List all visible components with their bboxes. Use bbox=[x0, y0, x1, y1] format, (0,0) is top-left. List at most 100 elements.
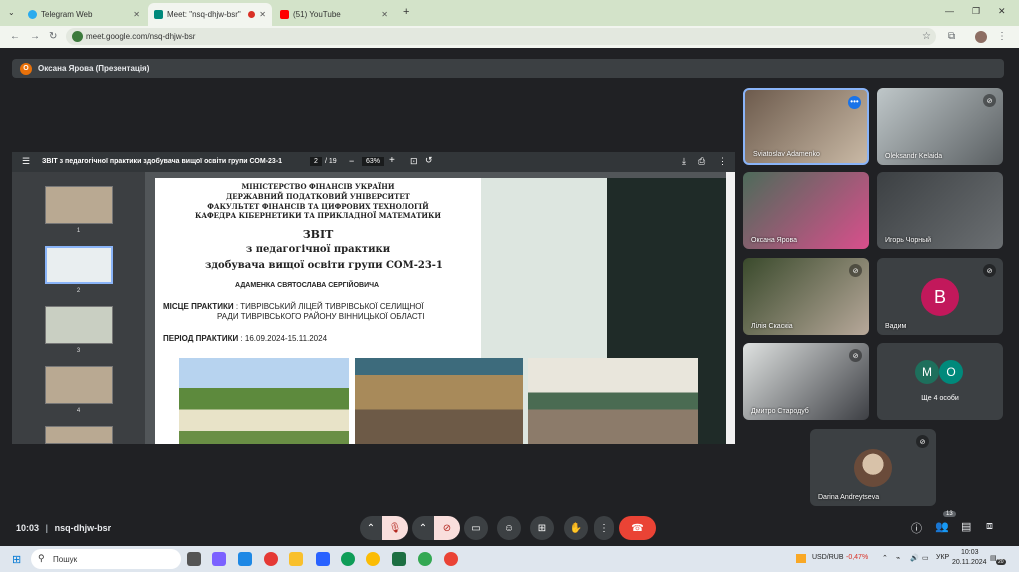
youtube-icon bbox=[280, 9, 289, 19]
reactions-button[interactable]: ☺ bbox=[497, 516, 521, 540]
taskbar-search[interactable]: ⚲ Пошук bbox=[31, 549, 181, 569]
people-icon[interactable]: 👥 bbox=[935, 520, 949, 533]
ticker-label[interactable]: USD/RUB bbox=[812, 554, 844, 561]
zoom-input[interactable]: 63% bbox=[362, 157, 385, 166]
participant-tile[interactable]: ••• Sviatoslav Adamenko bbox=[743, 88, 869, 165]
fit-page-icon[interactable]: ⊡ bbox=[410, 156, 418, 167]
site-info-icon[interactable] bbox=[72, 31, 83, 42]
volume-icon[interactable]: 🔊 bbox=[910, 554, 919, 562]
new-tab-button[interactable]: + bbox=[403, 6, 409, 18]
recording-icon bbox=[248, 11, 256, 18]
edge-browser-icon[interactable] bbox=[341, 552, 355, 566]
rotate-icon[interactable]: ↺ bbox=[425, 155, 433, 166]
extensions-icon[interactable]: ⧉ bbox=[948, 31, 955, 42]
close-icon[interactable]: ✕ bbox=[381, 10, 388, 19]
participant-name: Игорь Чорный bbox=[885, 237, 932, 244]
meeting-time: 10:03 | nsq-dhjw-bsr bbox=[16, 523, 111, 533]
thumbnail-page-4[interactable] bbox=[45, 366, 113, 404]
minimize-icon[interactable]: — bbox=[945, 6, 954, 16]
place-value-1: : ТИВРІВСЬКИЙ ЛІЦЕЙ ТИВРІВСЬКОЇ СЕЛИЩНОЇ bbox=[235, 302, 424, 311]
more-options-icon[interactable]: ⋮ bbox=[718, 156, 727, 167]
close-window-icon[interactable]: ✕ bbox=[998, 6, 1006, 17]
search-placeholder: Пошук bbox=[53, 554, 78, 564]
activities-icon[interactable]: ⧈ bbox=[986, 520, 993, 533]
present-button[interactable]: ⊞ bbox=[530, 516, 554, 540]
raise-hand-button[interactable]: ✋ bbox=[564, 516, 588, 540]
zoom-in-icon[interactable]: + bbox=[389, 155, 395, 166]
page-number-input[interactable]: 2 bbox=[310, 157, 322, 166]
opera-icon[interactable] bbox=[264, 552, 278, 566]
captions-button[interactable]: ▭ bbox=[464, 516, 488, 540]
browser-menu-icon[interactable]: ⋮ bbox=[997, 31, 1007, 42]
battery-icon[interactable]: ▭ bbox=[922, 554, 929, 562]
windows-taskbar: ⊞ ⚲ Пошук USD/RUB -0,47% ⌃ ⌁ 🔊 ▭ УКР 10:… bbox=[0, 546, 1019, 572]
tab-youtube[interactable]: (51) YouTube ✕ bbox=[274, 4, 394, 24]
tray-chevron-icon[interactable]: ⌃ bbox=[882, 554, 888, 562]
zoom-out-icon[interactable]: − bbox=[349, 156, 354, 166]
copilot-icon[interactable] bbox=[212, 552, 226, 566]
participant-tile[interactable]: Игорь Чорный bbox=[877, 172, 1003, 249]
participant-avatar: M bbox=[915, 360, 939, 384]
thumbnail-page-2[interactable] bbox=[45, 246, 113, 284]
leave-call-button[interactable]: ☎ bbox=[619, 516, 656, 540]
thumbnail-page-3[interactable] bbox=[45, 306, 113, 344]
participant-tile[interactable]: ⊘ Лілія Скаскіа bbox=[743, 258, 869, 335]
info-icon[interactable]: ⓘ bbox=[911, 520, 922, 536]
more-options-button[interactable]: ⋮ bbox=[594, 516, 614, 540]
network-icon[interactable]: ⌁ bbox=[896, 554, 900, 562]
tab-search-icon[interactable]: ⌄ bbox=[8, 8, 15, 17]
participant-avatar bbox=[854, 449, 892, 487]
forward-icon[interactable]: → bbox=[30, 31, 40, 42]
participant-tile[interactable]: ⊘ Oleksandr Kelaida bbox=[877, 88, 1003, 165]
excel-icon[interactable] bbox=[392, 552, 406, 566]
mic-toggle-button[interactable]: 🎙 bbox=[382, 516, 408, 540]
store-icon[interactable] bbox=[316, 552, 330, 566]
back-icon[interactable]: ← bbox=[10, 31, 20, 42]
participant-tile[interactable]: ⊘ Darina Andreytseva bbox=[810, 429, 936, 506]
reload-icon[interactable]: ↻ bbox=[49, 31, 57, 42]
chrome-icon[interactable] bbox=[366, 552, 380, 566]
participant-tile[interactable]: Оксана Ярова bbox=[743, 172, 869, 249]
participant-tile[interactable]: ⊘ B Вадим bbox=[877, 258, 1003, 335]
bookmark-star-icon[interactable]: ☆ bbox=[922, 31, 931, 42]
windows-start-icon[interactable]: ⊞ bbox=[12, 553, 21, 566]
tab-telegram[interactable]: Telegram Web ✕ bbox=[22, 4, 146, 24]
meet-icon bbox=[154, 10, 163, 19]
tab-meet[interactable]: Meet: "nsq-dhjw-bsr" ✕ bbox=[148, 3, 272, 26]
chat-icon[interactable]: ▤ bbox=[961, 520, 971, 533]
photo-classroom bbox=[528, 358, 698, 444]
clock-time[interactable]: 10:03 bbox=[961, 549, 979, 556]
edge-icon[interactable] bbox=[238, 552, 252, 566]
url-field[interactable]: meet.google.com/nsq-dhjw-bsr bbox=[66, 28, 936, 45]
chrome-profile-icon[interactable] bbox=[444, 552, 458, 566]
ticker-icon bbox=[796, 554, 806, 563]
clock-date[interactable]: 20.11.2024 bbox=[952, 559, 987, 566]
chrome-active-icon[interactable] bbox=[418, 552, 432, 566]
thumbnail-page-5[interactable] bbox=[45, 426, 113, 444]
camera-options-button[interactable]: ⌃ bbox=[412, 516, 434, 540]
camera-toggle-button[interactable]: ⊘ bbox=[434, 516, 460, 540]
photo-building bbox=[179, 358, 349, 444]
maximize-icon[interactable]: ❐ bbox=[972, 6, 980, 17]
file-explorer-icon[interactable] bbox=[289, 552, 303, 566]
presenter-bar: О Оксана Ярова (Презентація) bbox=[12, 59, 1004, 78]
close-icon[interactable]: ✕ bbox=[133, 10, 140, 19]
print-icon[interactable]: ⎙ bbox=[698, 156, 705, 167]
more-options-icon[interactable]: ••• bbox=[848, 96, 861, 109]
close-icon[interactable]: ✕ bbox=[259, 10, 266, 19]
profile-avatar[interactable] bbox=[975, 31, 987, 43]
place-value-2: РАДИ ТИВРІВСЬКОГО РАЙОНУ ВІННИЦЬКОЇ ОБЛА… bbox=[217, 312, 425, 321]
download-icon[interactable]: ⤓ bbox=[682, 156, 686, 167]
department-line: КАФЕДРА КІБЕРНЕТИКИ ТА ПРИКЛАДНОЇ МАТЕМА… bbox=[194, 211, 442, 220]
thumbnail-page-1[interactable] bbox=[45, 186, 113, 224]
menu-icon[interactable]: ☰ bbox=[22, 156, 30, 167]
participant-name: Дмитро Стародуб bbox=[751, 408, 809, 415]
language-indicator[interactable]: УКР bbox=[936, 554, 949, 561]
more-participants-tile[interactable]: M O Ще 4 особи bbox=[877, 343, 1003, 420]
participant-tile[interactable]: ⊘ Дмитро Стародуб bbox=[743, 343, 869, 420]
mic-off-icon: ⊘ bbox=[983, 264, 996, 277]
task-view-icon[interactable] bbox=[187, 552, 201, 566]
mic-options-button[interactable]: ⌃ bbox=[360, 516, 382, 540]
participant-name: Вадим bbox=[885, 323, 907, 330]
pdf-scrollbar[interactable] bbox=[726, 172, 735, 444]
